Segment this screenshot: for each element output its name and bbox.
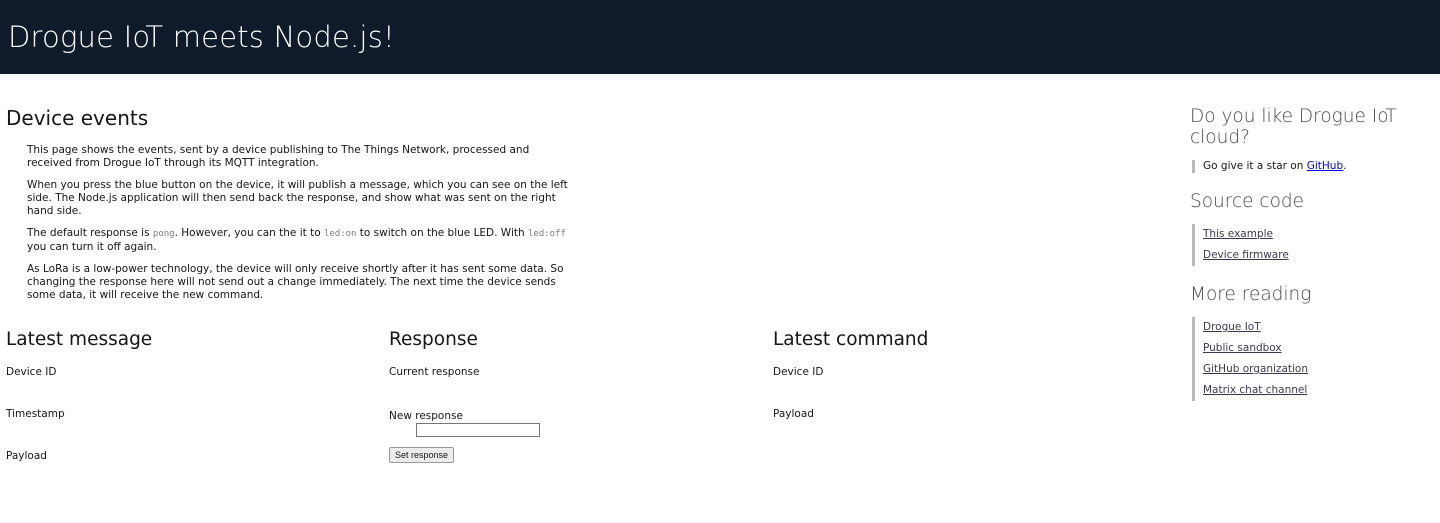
intro-paragraph-4: As LoRa is a low-power technology, the d… xyxy=(27,263,564,301)
p3-text-d: you can turn it off again. xyxy=(27,241,157,253)
matrix-chat-link[interactable]: Matrix chat channel xyxy=(1203,384,1307,396)
like-text-end: . xyxy=(1343,160,1347,172)
latest-message-title: Latest message xyxy=(6,329,153,350)
intro-paragraph-2: When you press the blue button on the de… xyxy=(27,179,568,217)
sidebar: Do you like Drogue IoT cloud? Go give it… xyxy=(1190,106,1440,419)
device-id-label: Device ID xyxy=(6,366,57,378)
like-text: Go give it a star on GitHub. xyxy=(1192,160,1440,173)
public-sandbox-link[interactable]: Public sandbox xyxy=(1203,342,1282,354)
latest-message-panel: Latest message Device ID Timestamp Paylo… xyxy=(6,329,366,462)
command-device-id-label: Device ID xyxy=(773,366,824,378)
page-header: Drogue IoT meets Node.js! xyxy=(0,0,1440,74)
intro-paragraph-1: This page shows the events, sent by a de… xyxy=(27,144,530,169)
device-firmware-link[interactable]: Device firmware xyxy=(1203,249,1289,261)
more-reading-list: Drogue IoT Public sandbox GitHub organiz… xyxy=(1192,317,1440,401)
like-title: Do you like Drogue IoT cloud? xyxy=(1190,106,1397,148)
intro-paragraph-3: The default response is pong. However, y… xyxy=(27,227,577,254)
p3-text-b: . However, you can the it to xyxy=(174,227,324,239)
list-item: Drogue IoT xyxy=(1195,317,1440,338)
this-example-link[interactable]: This example xyxy=(1203,228,1273,240)
latest-command-title: Latest command xyxy=(773,329,929,350)
drogue-iot-link[interactable]: Drogue IoT xyxy=(1203,321,1261,333)
source-code-title: Source code xyxy=(1190,191,1305,212)
current-response-label: Current response xyxy=(389,366,480,378)
main-section: Device events This page shows the events… xyxy=(6,106,1166,311)
latest-command-panel: Latest command Device ID Payload xyxy=(773,329,1133,420)
list-item: Matrix chat channel xyxy=(1195,380,1440,401)
command-payload-label: Payload xyxy=(773,408,814,420)
page-title: Drogue IoT meets Node.js! xyxy=(8,20,395,54)
code-pong: pong xyxy=(152,229,175,239)
more-reading-title: More reading xyxy=(1190,284,1312,305)
new-response-input[interactable] xyxy=(416,423,540,437)
code-led-on: led:on xyxy=(323,229,357,239)
response-title: Response xyxy=(389,329,478,350)
list-item: This example xyxy=(1195,224,1440,245)
github-star-link[interactable]: GitHub xyxy=(1307,160,1343,172)
payload-label: Payload xyxy=(6,450,47,462)
timestamp-label: Timestamp xyxy=(6,408,65,420)
p3-text-a: The default response is xyxy=(27,227,153,239)
p3-text-c: to switch on the blue LED. With xyxy=(356,227,528,239)
code-led-off: led:off xyxy=(528,229,566,239)
like-text-label: Go give it a star on xyxy=(1203,160,1307,172)
list-item: GitHub organization xyxy=(1195,359,1440,380)
response-panel: Response Current response New response S… xyxy=(389,329,749,463)
list-item: Device firmware xyxy=(1195,245,1440,266)
source-code-list: This example Device firmware xyxy=(1192,224,1440,266)
device-events-title: Device events xyxy=(6,106,149,130)
set-response-button[interactable]: Set response xyxy=(389,447,454,463)
intro-text: This page shows the events, sent by a de… xyxy=(27,144,577,302)
list-item: Public sandbox xyxy=(1195,338,1440,359)
new-response-label: New response xyxy=(389,410,463,422)
github-organization-link[interactable]: GitHub organization xyxy=(1203,363,1308,375)
